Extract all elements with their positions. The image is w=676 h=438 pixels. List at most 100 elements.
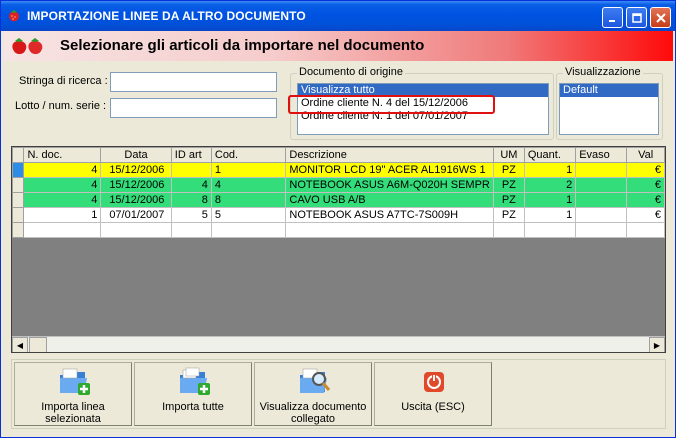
import-all-label: Importa tutte xyxy=(162,401,224,413)
col-header-val[interactable]: Val xyxy=(626,147,665,163)
cell-ndoc: 1 xyxy=(23,207,102,223)
row-indicator xyxy=(12,192,25,208)
cell-val: € xyxy=(626,192,665,208)
cell-descrizione: MONITOR LCD 19" ACER AL1916WS 1 xyxy=(285,162,494,178)
view-item-default[interactable]: Default xyxy=(560,84,658,97)
col-header-idart[interactable]: ID art xyxy=(170,147,212,163)
cell-idart: 8 xyxy=(170,192,212,208)
cell-val: € xyxy=(626,207,665,223)
empty-cell xyxy=(626,222,665,238)
search-label: Stringa di ricerca : xyxy=(19,75,108,87)
table-row[interactable]: 1 07/01/2007 5 5 NOTEBOOK ASUS A7TC-7S00… xyxy=(12,207,665,223)
grid-header-row: N. doc. Data ID art Cod. Descrizione UM … xyxy=(12,147,665,163)
folder-add-icon xyxy=(60,368,90,395)
cell-descrizione: NOTEBOOK ASUS A6M-Q020H SEMPR xyxy=(285,177,494,193)
cell-idart xyxy=(170,162,212,178)
cell-quant: 1 xyxy=(523,162,577,178)
cell-um: PZ xyxy=(492,192,525,208)
header-title: Selezionare gli articoli da importare ne… xyxy=(60,37,425,54)
title-bar[interactable]: IMPORTAZIONE LINEE DA ALTRO DOCUMENTO xyxy=(1,1,675,31)
col-header-um[interactable]: UM xyxy=(492,147,525,163)
col-header-evaso[interactable]: Evaso xyxy=(575,147,628,163)
table-row-empty[interactable] xyxy=(12,222,665,238)
strawberries-icon xyxy=(12,38,43,54)
col-header-quant[interactable]: Quant. xyxy=(523,147,577,163)
cell-val: € xyxy=(626,162,665,178)
scroll-thumb[interactable] xyxy=(29,337,47,352)
cell-descrizione: CAVO USB A/B xyxy=(285,192,494,208)
empty-cell xyxy=(210,222,287,238)
cell-data: 15/12/2006 xyxy=(100,162,172,178)
button-bar: Importa linea selezionata Importa tutte … xyxy=(11,359,666,429)
cell-cod: 1 xyxy=(210,162,287,178)
exit-button[interactable]: Uscita (ESC) xyxy=(374,362,492,426)
lines-table: N. doc. Data ID art Cod. Descrizione UM … xyxy=(12,147,665,238)
folder-search-icon xyxy=(300,368,331,393)
cell-evaso xyxy=(575,162,628,178)
cell-quant: 1 xyxy=(523,192,577,208)
import-selected-button[interactable]: Importa linea selezionata xyxy=(14,362,132,426)
exit-label: Uscita (ESC) xyxy=(401,401,465,413)
minimize-icon xyxy=(608,19,615,22)
cell-evaso xyxy=(575,192,628,208)
col-header-data[interactable]: Data xyxy=(100,147,172,163)
col-header-descrizione[interactable]: Descrizione xyxy=(285,147,494,163)
cell-data: 15/12/2006 xyxy=(100,177,172,193)
lot-serial-input[interactable] xyxy=(110,98,277,118)
horizontal-scrollbar[interactable]: ◀ ▶ xyxy=(12,336,665,352)
import-all-button[interactable]: Importa tutte xyxy=(134,362,252,426)
import-lines-window: IMPORTAZIONE LINEE DA ALTRO DOCUMENTO Se… xyxy=(0,0,676,438)
cell-data: 07/01/2007 xyxy=(100,207,172,223)
strawberry-icon xyxy=(9,10,19,22)
lot-serial-label: Lotto / num. serie : xyxy=(15,100,107,112)
view-list[interactable]: Default xyxy=(559,83,659,135)
cell-cod: 8 xyxy=(210,192,287,208)
highlight-annotation xyxy=(288,95,495,114)
cell-evaso xyxy=(575,207,628,223)
origin-document-title: Documento di origine xyxy=(297,66,405,78)
table-row[interactable]: 4 15/12/2006 8 8 CAVO USB A/B PZ 1 € xyxy=(12,192,665,208)
cell-idart: 5 xyxy=(170,207,212,223)
cell-ndoc: 4 xyxy=(23,162,102,178)
cell-cod: 4 xyxy=(210,177,287,193)
view-title: Visualizzazione xyxy=(563,66,643,78)
scroll-right-arrow-icon[interactable]: ▶ xyxy=(649,337,665,352)
empty-cell xyxy=(23,222,102,238)
cell-data: 15/12/2006 xyxy=(100,192,172,208)
header-banner: Selezionare gli articoli da importare ne… xyxy=(4,31,673,61)
table-row[interactable]: 4 15/12/2006 4 4 NOTEBOOK ASUS A6M-Q020H… xyxy=(12,177,665,193)
col-header-cod[interactable]: Cod. xyxy=(210,147,287,163)
view-linked-document-button[interactable]: Visualizza documento collegato xyxy=(254,362,372,426)
empty-cell xyxy=(170,222,212,238)
folder-add-multiple-icon xyxy=(180,367,210,395)
row-indicator xyxy=(12,222,25,238)
minimize-button[interactable] xyxy=(602,7,623,28)
lines-grid[interactable]: N. doc. Data ID art Cod. Descrizione UM … xyxy=(11,146,666,353)
cell-quant: 1 xyxy=(523,207,577,223)
empty-cell xyxy=(492,222,525,238)
empty-cell xyxy=(100,222,172,238)
maximize-button[interactable] xyxy=(626,7,647,28)
empty-cell xyxy=(523,222,577,238)
power-off-icon xyxy=(424,372,444,392)
close-icon xyxy=(655,12,666,23)
cell-um: PZ xyxy=(492,177,525,193)
scroll-left-arrow-icon[interactable]: ◀ xyxy=(12,337,28,352)
import-selected-label: Importa linea selezionata xyxy=(41,401,105,425)
row-indicator xyxy=(12,207,25,223)
cell-idart: 4 xyxy=(170,177,212,193)
col-header-ndoc[interactable]: N. doc. xyxy=(23,147,102,163)
grid-header-indicator xyxy=(12,147,25,163)
row-indicator xyxy=(12,177,25,193)
cell-evaso xyxy=(575,177,628,193)
table-row[interactable]: 4 15/12/2006 1 MONITOR LCD 19" ACER AL19… xyxy=(12,162,665,178)
cell-um: PZ xyxy=(492,162,525,178)
cell-descrizione: NOTEBOOK ASUS A7TC-7S009H xyxy=(285,207,494,223)
cell-ndoc: 4 xyxy=(23,192,102,208)
close-button[interactable] xyxy=(650,7,671,28)
empty-cell xyxy=(575,222,628,238)
empty-cell xyxy=(285,222,494,238)
window-title: IMPORTAZIONE LINEE DA ALTRO DOCUMENTO xyxy=(27,9,306,23)
maximize-icon xyxy=(631,12,642,23)
search-input[interactable] xyxy=(110,72,277,92)
